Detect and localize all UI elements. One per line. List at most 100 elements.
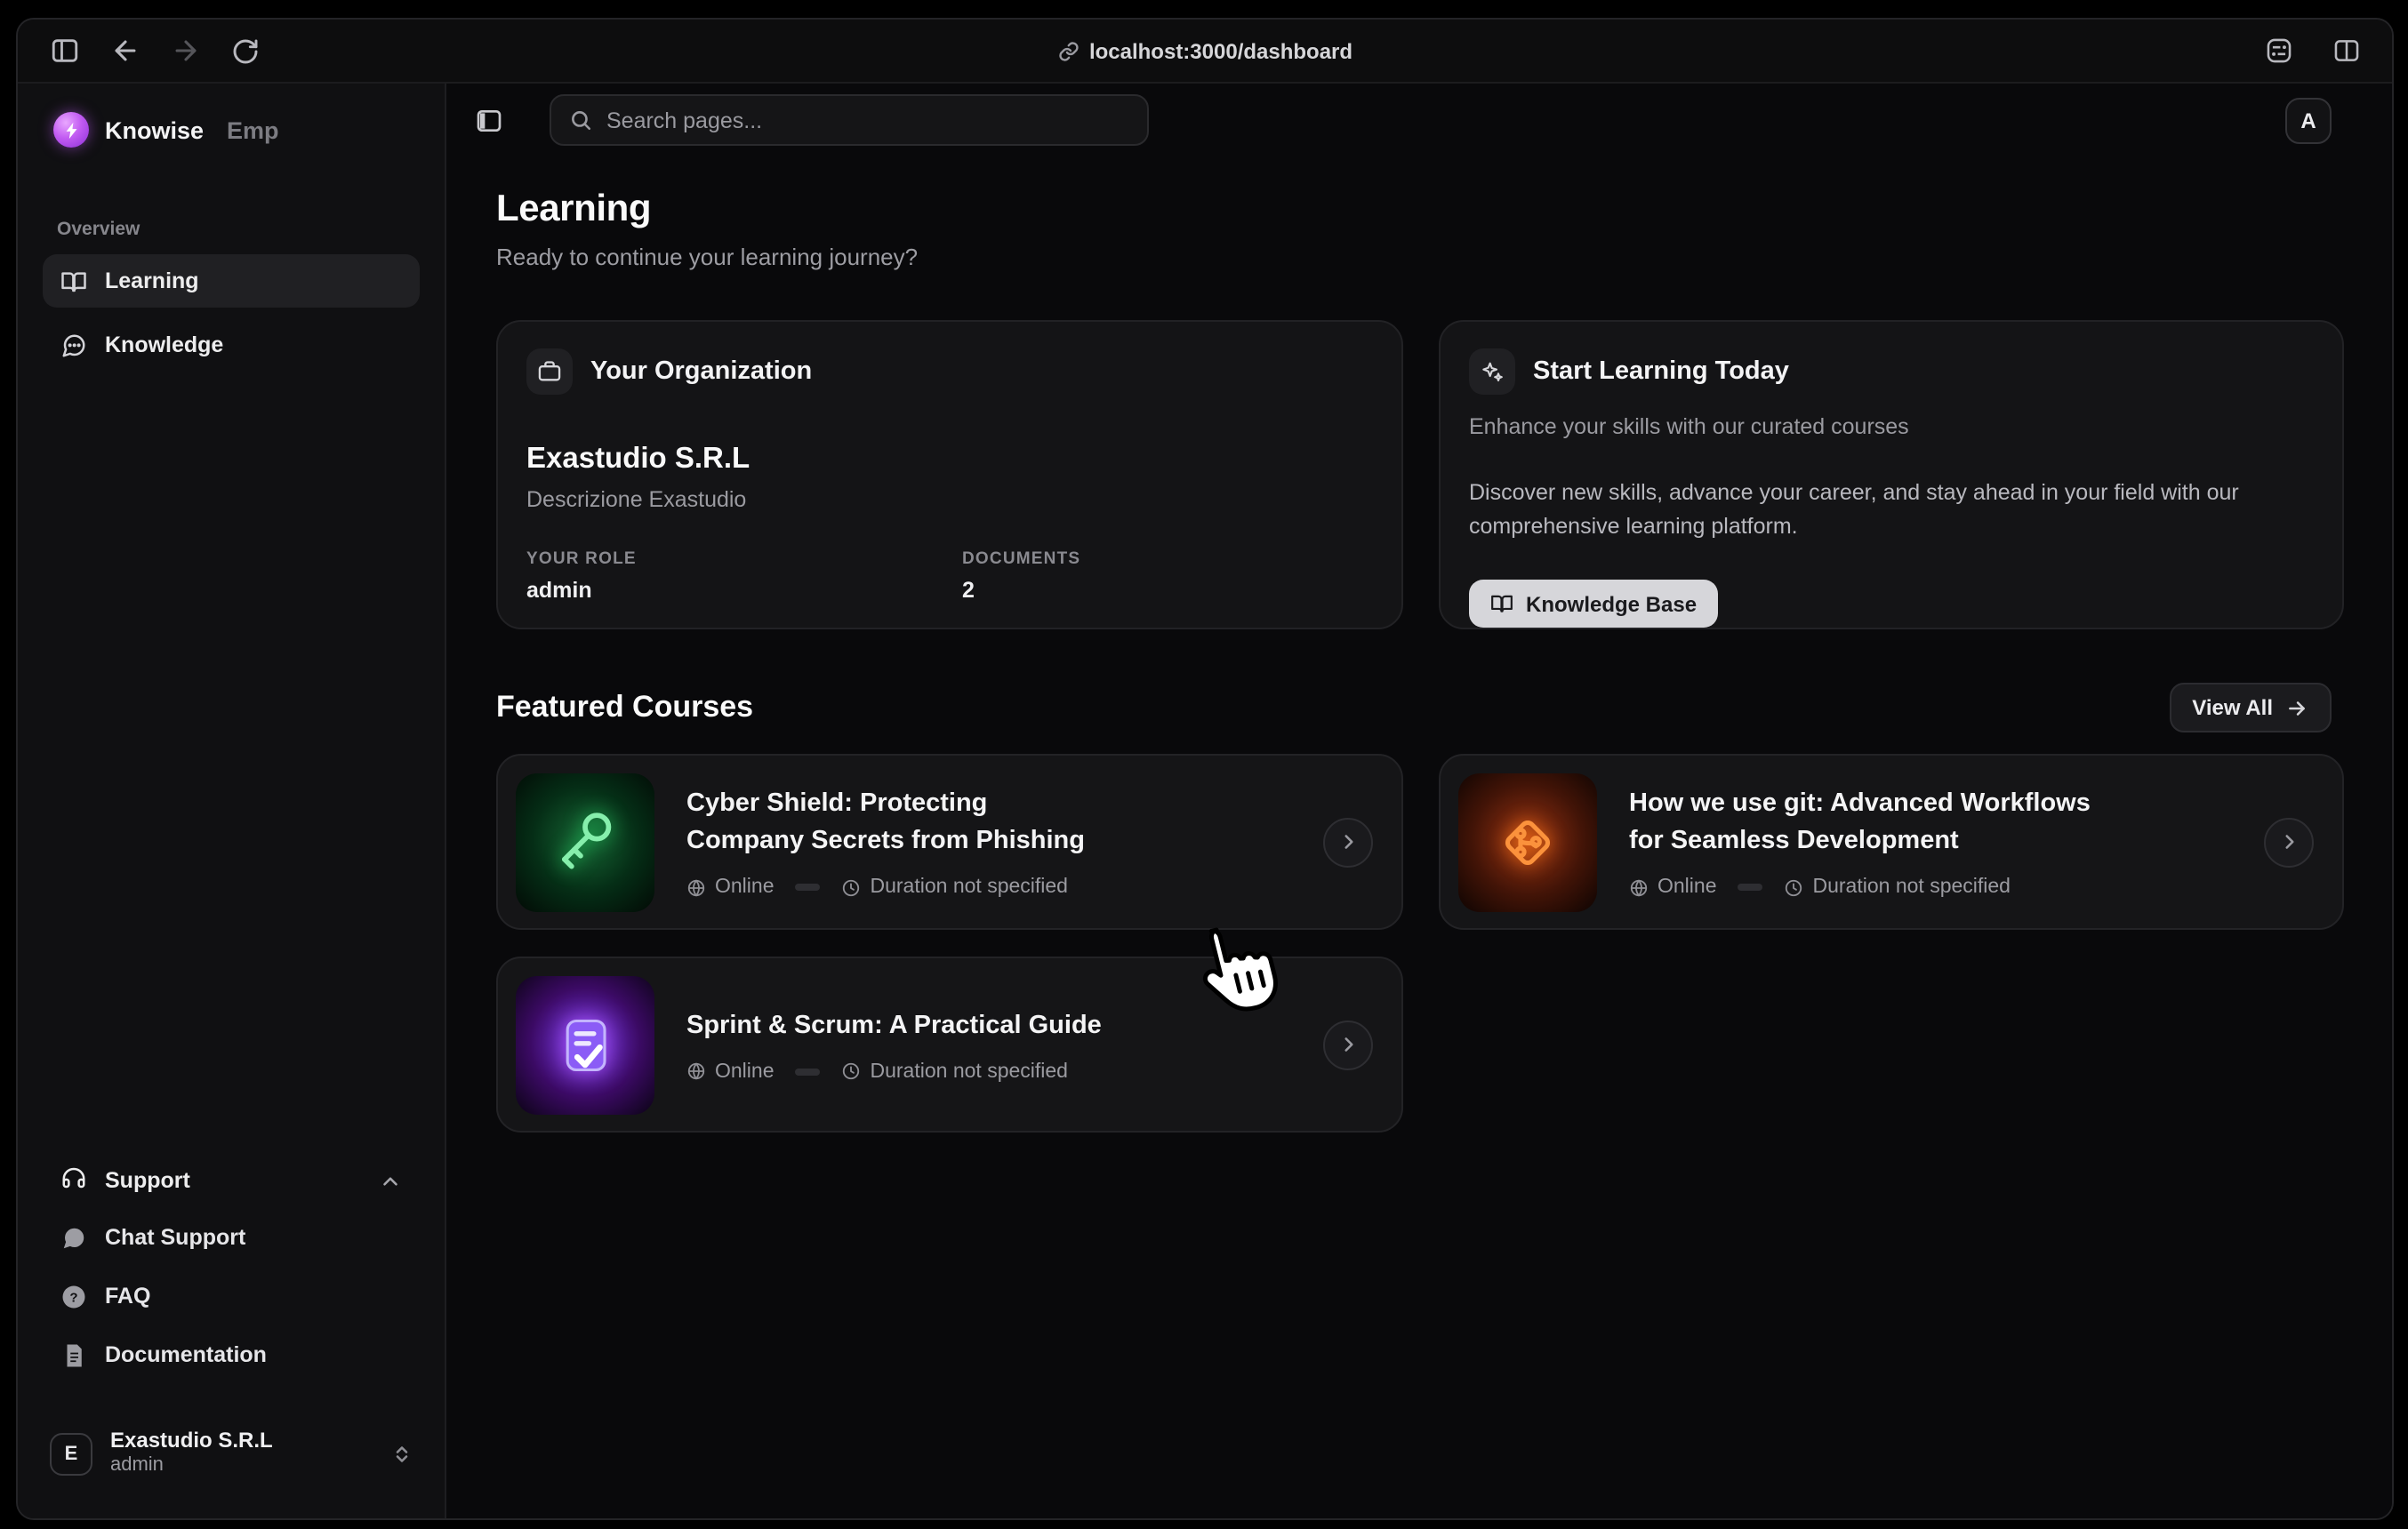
view-all-button[interactable]: View All — [2169, 683, 2332, 732]
course-title: Cyber Shield: ProtectingCompany Secrets … — [686, 786, 1085, 861]
course-thumbnail-git — [1458, 773, 1597, 911]
support-label: Support — [105, 1169, 190, 1194]
org-card-description: Descrizione Exastudio — [526, 487, 1373, 512]
sidebar: Knowise Emp Overview Learning Knowledge — [18, 84, 446, 1518]
course-duration: Duration not specified — [1813, 877, 2011, 898]
support-item-label: Documentation — [105, 1343, 267, 1368]
svg-text:?: ? — [69, 1290, 77, 1305]
course-open-button[interactable] — [2264, 817, 2314, 867]
course-open-button[interactable] — [1323, 1020, 1373, 1069]
org-card-name: Exastudio S.R.L — [526, 443, 1373, 476]
sidebar-item-label: Learning — [105, 268, 199, 293]
globe-icon — [686, 1061, 706, 1081]
clock-icon — [842, 1061, 862, 1081]
course-mode: Online — [715, 1061, 775, 1082]
briefcase-icon — [526, 348, 573, 395]
knowledge-base-button[interactable]: Knowledge Base — [1469, 580, 1718, 628]
course-card-sprint-scrum[interactable]: Sprint & Scrum: A Practical Guide Online — [496, 957, 1403, 1133]
book-open-icon — [1490, 592, 1513, 615]
brand-suffix: Emp — [227, 116, 279, 143]
globe-icon — [1629, 877, 1649, 897]
sidebar-item-knowledge[interactable]: Knowledge — [43, 318, 420, 372]
sidebar-item-label: Knowledge — [105, 332, 223, 357]
sidebar-item-learning[interactable]: Learning — [43, 254, 420, 308]
brand-name: Knowise — [105, 116, 204, 143]
browser-toolbar: localhost:3000/dashboard — [18, 20, 2392, 84]
message-circle-icon — [60, 332, 87, 358]
link-icon — [1057, 40, 1079, 61]
org-card-title: Your Organization — [590, 357, 812, 386]
main-content: A Learning Ready to continue your learni… — [446, 84, 2392, 1518]
learn-card-subtitle: Enhance your skills with our curated cou… — [1469, 414, 2314, 439]
chevrons-up-down-icon — [391, 1443, 413, 1464]
documents-value: 2 — [962, 578, 1373, 603]
course-thumbnail-checklist — [516, 975, 654, 1114]
course-thumbnail-key — [516, 773, 654, 911]
chat-bubble-icon — [60, 1225, 87, 1252]
view-all-label: View All — [2192, 695, 2273, 720]
panel-collapse-icon[interactable] — [475, 106, 503, 134]
forward-icon[interactable] — [164, 29, 206, 72]
meta-separator — [796, 1068, 821, 1075]
org-switcher[interactable]: E Exastudio S.R.L admin — [43, 1429, 420, 1480]
browser-sidebar-toggle-icon[interactable] — [43, 29, 85, 72]
org-name: Exastudio S.R.L — [110, 1429, 273, 1455]
search-bar[interactable] — [550, 94, 1149, 146]
sidebar-section-label: Overview — [57, 219, 420, 240]
support-item-label: Chat Support — [105, 1226, 245, 1251]
support-item-label: FAQ — [105, 1285, 150, 1309]
course-card-git[interactable]: How we use git: Advanced Workflowsfor Se… — [1439, 754, 2344, 930]
meta-separator — [796, 884, 821, 891]
documents-label: DOCUMENTS — [962, 549, 1373, 569]
course-mode: Online — [1658, 877, 1717, 898]
brand: Knowise Emp — [43, 105, 420, 148]
search-input[interactable] — [606, 108, 1129, 132]
address-bar[interactable]: localhost:3000/dashboard — [1057, 38, 1352, 63]
help-circle-icon: ? — [60, 1284, 87, 1310]
document-icon — [60, 1342, 87, 1369]
browser-settings-icon[interactable] — [2257, 29, 2300, 72]
user-avatar-button[interactable]: A — [2285, 97, 2332, 143]
brand-logo-icon — [53, 112, 89, 148]
sidebar-item-documentation[interactable]: Documentation — [43, 1329, 420, 1382]
course-duration: Duration not specified — [871, 877, 1068, 898]
clock-icon — [842, 877, 862, 897]
url-text: localhost:3000/dashboard — [1089, 38, 1352, 63]
back-icon[interactable] — [103, 29, 146, 72]
role-label: YOUR ROLE — [526, 549, 962, 569]
course-duration: Duration not specified — [871, 1061, 1068, 1082]
course-title: How we use git: Advanced Workflowsfor Se… — [1629, 786, 2091, 861]
support-group: Support Chat Support ? — [43, 1157, 420, 1480]
page-subtitle: Ready to continue your learning journey? — [496, 244, 2332, 270]
sparkles-icon — [1469, 348, 1515, 395]
sidebar-item-faq[interactable]: ? FAQ — [43, 1270, 420, 1324]
org-avatar: E — [50, 1432, 92, 1475]
learn-card-body: Discover new skills, advance your career… — [1469, 476, 2287, 544]
meta-separator — [1738, 884, 1763, 891]
headphones-icon — [60, 1165, 87, 1197]
browser-window: localhost:3000/dashboard Knowise Emp — [16, 18, 2394, 1520]
knowledge-base-button-label: Knowledge Base — [1526, 591, 1697, 616]
chevron-up-icon — [379, 1170, 402, 1193]
organization-card: Your Organization Exastudio S.R.L Descri… — [496, 320, 1403, 629]
course-mode: Online — [715, 877, 775, 898]
featured-courses-title: Featured Courses — [496, 690, 753, 725]
screen: localhost:3000/dashboard Knowise Emp — [0, 0, 2408, 1529]
course-card-cyber-shield[interactable]: Cyber Shield: ProtectingCompany Secrets … — [496, 754, 1403, 930]
role-value: admin — [526, 578, 962, 603]
course-title: Sprint & Scrum: A Practical Guide — [686, 1007, 1102, 1045]
page-title: Learning — [496, 188, 2332, 231]
search-icon — [569, 108, 592, 132]
arrow-right-icon — [2285, 696, 2308, 719]
start-learning-card: Start Learning Today Enhance your skills… — [1439, 320, 2344, 629]
split-view-icon[interactable] — [2324, 29, 2367, 72]
globe-icon — [686, 877, 706, 897]
learn-card-title: Start Learning Today — [1533, 357, 1789, 386]
book-open-icon — [60, 268, 87, 294]
clock-icon — [1785, 877, 1804, 897]
org-role: admin — [110, 1455, 273, 1480]
sidebar-item-support[interactable]: Support — [43, 1157, 420, 1206]
sidebar-item-chat-support[interactable]: Chat Support — [43, 1212, 420, 1265]
course-open-button[interactable] — [1323, 817, 1373, 867]
reload-icon[interactable] — [224, 29, 267, 72]
